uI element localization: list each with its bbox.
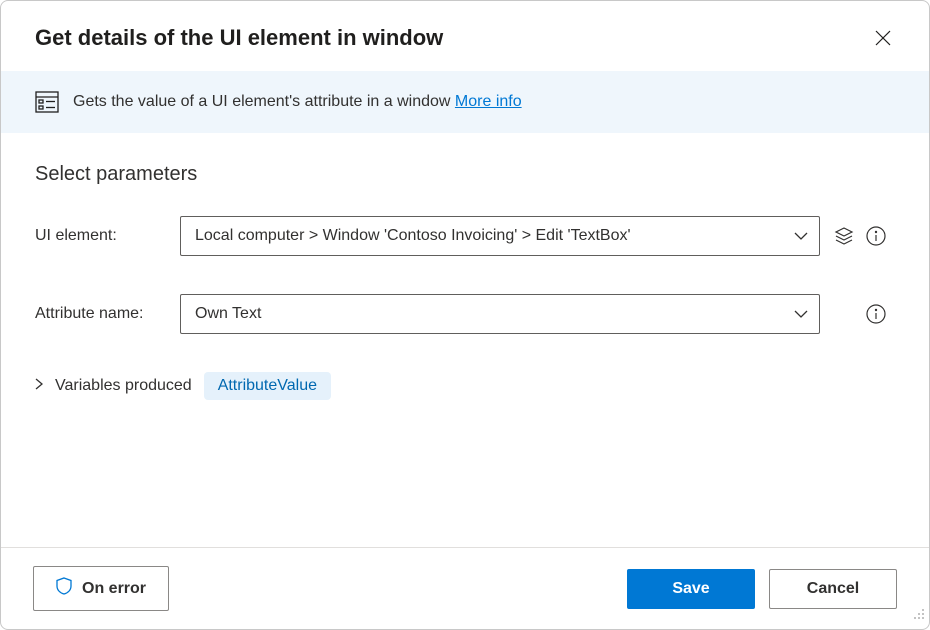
banner-description: Gets the value of a UI element's attribu…: [73, 93, 455, 110]
layers-icon[interactable]: [834, 226, 854, 246]
section-title: Select parameters: [35, 163, 895, 186]
dialog-content: Select parameters UI element: Local comp…: [1, 133, 929, 547]
info-icon[interactable]: [866, 226, 886, 246]
variable-chip[interactable]: AttributeValue: [204, 372, 331, 400]
cancel-button[interactable]: Cancel: [769, 569, 897, 609]
on-error-button[interactable]: On error: [33, 566, 169, 611]
attribute-name-select-wrapper: Own Text: [180, 294, 820, 334]
more-info-link[interactable]: More info: [455, 93, 522, 110]
banner-text: Gets the value of a UI element's attribu…: [73, 93, 522, 111]
ui-element-value: Local computer > Window 'Contoso Invoici…: [195, 227, 631, 245]
close-icon: [875, 30, 891, 46]
variables-produced-label: Variables produced: [55, 377, 192, 395]
form-details-icon: [35, 91, 59, 113]
info-icon[interactable]: [866, 304, 886, 324]
variables-produced-row: Variables produced AttributeValue: [35, 372, 895, 400]
dialog-header: Get details of the UI element in window: [1, 1, 929, 71]
resize-grip-icon[interactable]: [911, 606, 925, 625]
attribute-name-label: Attribute name:: [35, 305, 180, 323]
attribute-name-select[interactable]: Own Text: [180, 294, 820, 334]
attribute-name-row: Attribute name: Own Text: [35, 294, 895, 334]
shield-icon: [56, 577, 72, 600]
on-error-label: On error: [82, 580, 146, 598]
close-button[interactable]: [871, 26, 895, 50]
dialog-footer: On error Save Cancel: [1, 547, 929, 629]
ui-element-label: UI element:: [35, 227, 180, 245]
ui-element-select-wrapper: Local computer > Window 'Contoso Invoici…: [180, 216, 820, 256]
ui-element-row: UI element: Local computer > Window 'Con…: [35, 216, 895, 256]
attribute-row-icons: [866, 304, 886, 324]
dialog-title: Get details of the UI element in window: [35, 25, 443, 51]
attribute-name-value: Own Text: [195, 305, 261, 323]
ui-element-row-icons: [834, 226, 886, 246]
chevron-right-icon[interactable]: [35, 377, 43, 395]
footer-right: Save Cancel: [627, 569, 897, 609]
ui-element-select[interactable]: Local computer > Window 'Contoso Invoici…: [180, 216, 820, 256]
save-button[interactable]: Save: [627, 569, 755, 609]
info-banner: Gets the value of a UI element's attribu…: [1, 71, 929, 133]
